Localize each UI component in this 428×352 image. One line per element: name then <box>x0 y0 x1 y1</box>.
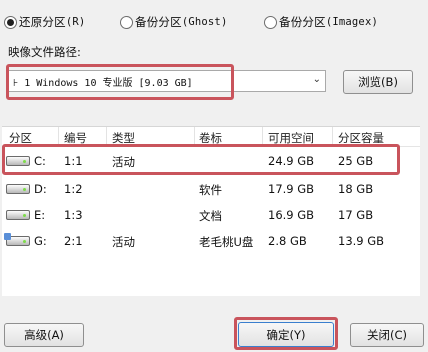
radio-dot-icon <box>264 15 277 29</box>
radio-restore-label: 还原分区 <box>19 15 66 29</box>
cell-capacity: 13.9 GB <box>338 234 385 248</box>
hard-drive-icon <box>6 184 30 194</box>
table-row-d[interactable]: D: 1:2 软件 17.9 GB 18 GB <box>2 177 420 201</box>
advanced-button[interactable]: 高级(A) <box>4 323 84 347</box>
ghost-restore-dialog: 还原分区 (R) 备份分区 (Ghost) 备份分区 (Imagex) 映像文件… <box>0 0 428 352</box>
radio-backup-ghost[interactable]: 备份分区 (Ghost) <box>120 12 227 32</box>
hard-drive-icon <box>6 210 30 220</box>
radio-backup-imagex-label: 备份分区 <box>279 15 326 29</box>
close-button[interactable]: 关闭(C) <box>350 323 424 347</box>
cell-number: 2:1 <box>64 234 83 248</box>
cell-type: 活动 <box>112 235 135 249</box>
radio-restore-shortcut: (R) <box>65 16 86 28</box>
cell-label: 软件 <box>199 183 222 197</box>
cell-drive: E: <box>34 208 46 222</box>
highlight-box-ok <box>234 317 338 350</box>
cell-number: 1:2 <box>64 182 83 196</box>
cell-drive: G: <box>34 234 47 248</box>
usb-drive-icon <box>4 233 30 246</box>
browse-button[interactable]: 浏览(B) <box>343 70 413 94</box>
mode-radio-group: 还原分区 (R) 备份分区 (Ghost) 备份分区 (Imagex) <box>4 12 424 32</box>
table-row-g[interactable]: G: 2:1 活动 老毛桃U盘 2.8 GB 13.9 GB <box>2 229 420 253</box>
cell-capacity: 18 GB <box>338 182 374 196</box>
radio-backup-imagex[interactable]: 备份分区 (Imagex) <box>264 12 378 32</box>
cell-label: 文档 <box>199 209 222 223</box>
cell-free-space: 17.9 GB <box>268 182 315 196</box>
cell-drive: D: <box>34 182 47 196</box>
cell-label: 老毛桃U盘 <box>199 235 254 249</box>
table-row-e[interactable]: E: 1:3 文档 16.9 GB 17 GB <box>2 203 420 227</box>
highlight-box-image-path <box>6 64 234 100</box>
cell-free-space: 2.8 GB <box>268 234 307 248</box>
image-path-label: 映像文件路径: <box>8 45 81 59</box>
radio-backup-ghost-shortcut: (Ghost) <box>181 16 228 28</box>
radio-restore-partition[interactable]: 还原分区 (R) <box>4 12 85 32</box>
radio-backup-ghost-label: 备份分区 <box>135 15 182 29</box>
highlight-box-drive-c <box>2 144 400 175</box>
radio-dot-icon <box>120 15 133 29</box>
cell-free-space: 16.9 GB <box>268 208 315 222</box>
chevron-down-icon[interactable]: ⌄ <box>313 74 321 85</box>
cell-capacity: 17 GB <box>338 208 374 222</box>
radio-dot-icon <box>4 15 17 29</box>
radio-backup-imagex-shortcut: (Imagex) <box>325 16 378 28</box>
cell-number: 1:3 <box>64 208 83 222</box>
